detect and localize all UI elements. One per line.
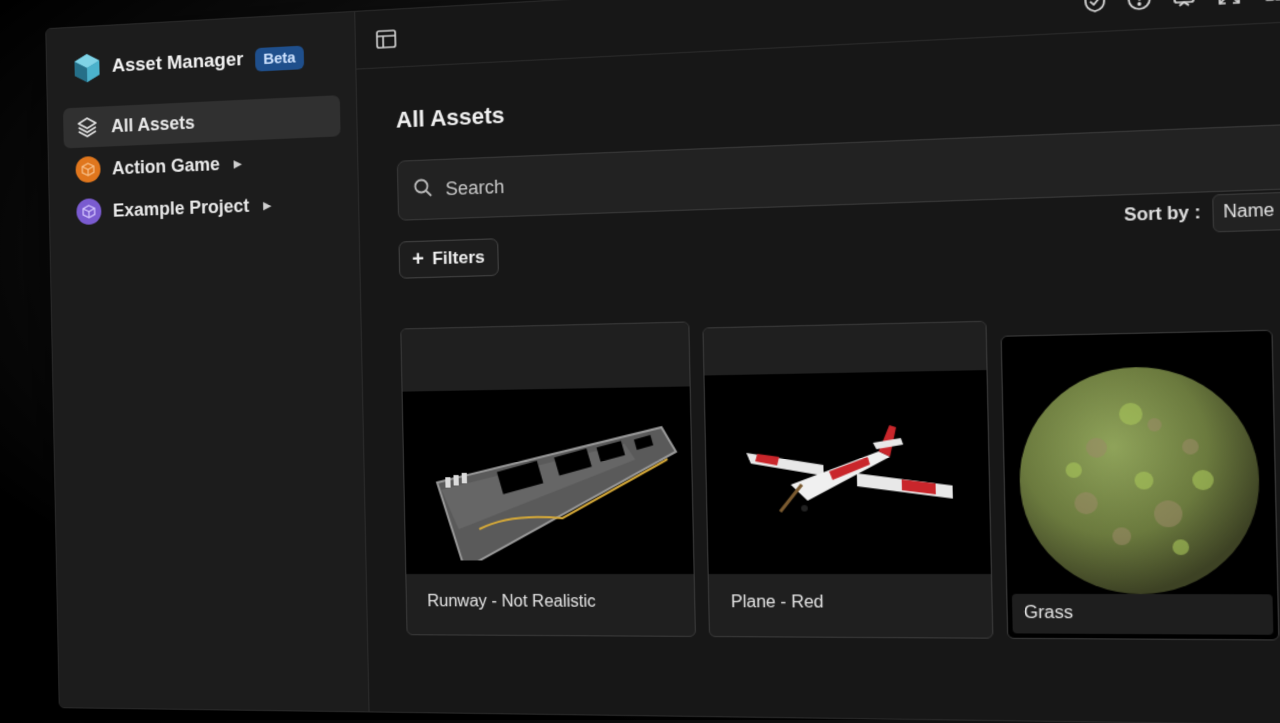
sort-control: Sort by : Name [1124,190,1280,235]
content-area: All Assets + Filters Sort by [356,19,1280,723]
sort-label: Sort by : [1124,204,1201,227]
asset-thumbnail [705,370,991,574]
sidebar-item-label: All Assets [111,112,195,137]
asset-manager-window: Asset Manager Beta All Assets [45,0,1280,723]
thumb-header [401,323,689,392]
asset-thumbnail [403,386,694,574]
asset-name: Runway - Not Realistic [406,574,694,632]
help-icon[interactable] [1125,0,1154,12]
asset-name: Grass [1024,604,1074,624]
sidebar-item-example-project[interactable]: Example Project ▶ [65,182,343,233]
filters-label: Filters [432,247,485,269]
caret-right-icon[interactable]: ▶ [233,156,242,170]
top-icons: 13 [1081,0,1280,15]
filters-button[interactable]: + Filters [398,238,498,279]
search-icon [412,176,433,203]
shield-check-icon[interactable] [1081,0,1110,15]
asset-name-bar: Grass [1012,594,1273,635]
inbox-icon[interactable] [1169,0,1198,10]
sort-value: Name [1223,201,1275,223]
layout-icon[interactable] [374,26,399,52]
asset-card-grass[interactable]: Grass [1001,330,1280,641]
cube-icon [75,156,100,183]
app-logo-icon [73,52,100,83]
app-title: Asset Manager [112,49,244,78]
page-title: All Assets [396,64,1280,134]
main-panel: 13 All Assets + Fil [355,0,1280,723]
thumb-header [704,322,987,376]
sidebar-item-label: Action Game [112,153,220,179]
caret-right-icon[interactable]: ▶ [263,198,272,212]
toolbar-row: + Filters Sort by : Name [398,211,1280,279]
asset-name: Plane - Red [709,574,992,633]
asset-card-runway[interactable]: Runway - Not Realistic [400,321,696,637]
sidebar: Asset Manager Beta All Assets [46,12,369,712]
asset-card-plane[interactable]: Plane - Red [702,321,993,639]
asset-grid: Runway - Not Realistic [400,306,1280,641]
sidebar-item-label: Example Project [113,195,250,221]
expand-icon[interactable] [1215,0,1244,8]
layers-icon [75,114,100,141]
cube-icon [76,198,101,225]
search-input[interactable] [445,144,1280,200]
apps-icon[interactable] [1260,0,1280,5]
sort-select[interactable]: Name [1212,190,1280,232]
beta-badge: Beta [255,45,304,71]
plus-icon: + [412,249,424,270]
